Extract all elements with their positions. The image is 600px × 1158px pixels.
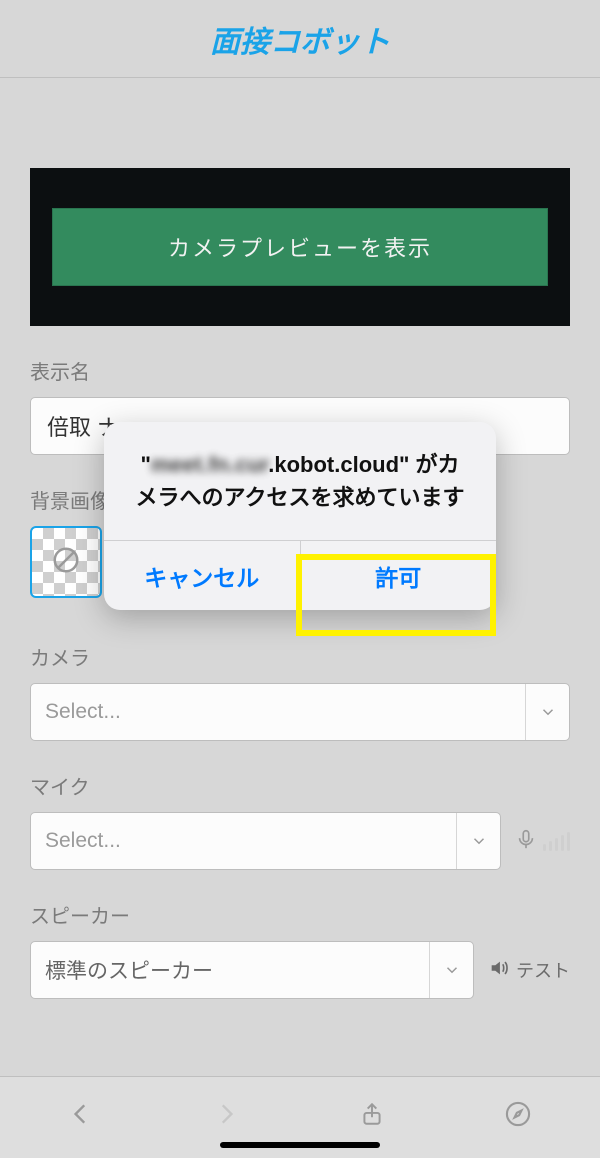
mic-label: マイク: [30, 771, 570, 800]
chevron-down-icon: [429, 942, 473, 998]
speaker-label: スピーカー: [30, 900, 570, 929]
mic-level-indicator: [515, 826, 570, 857]
camera-select[interactable]: Select...: [30, 683, 570, 741]
app-header: 面接コボット: [0, 0, 600, 78]
display-name-label: 表示名: [30, 356, 570, 385]
mic-icon: [515, 826, 537, 857]
chevron-down-icon: [525, 684, 569, 740]
camera-permission-dialog: "meet.fn.cur.kobot.cloud" がカメラへのアクセスを求めて…: [104, 422, 496, 610]
no-background-icon: [51, 545, 81, 580]
home-indicator[interactable]: [220, 1142, 380, 1148]
speaker-test-button[interactable]: テスト: [488, 957, 570, 984]
background-none-option[interactable]: [30, 526, 102, 598]
dialog-allow-button[interactable]: 許可: [301, 541, 497, 610]
speaker-test-label: テスト: [516, 957, 570, 983]
speaker-icon: [488, 957, 510, 984]
mic-select-value: Select...: [45, 829, 121, 853]
app-logo: 面接コボット: [210, 17, 390, 61]
safari-button[interactable]: [504, 1100, 532, 1128]
mic-level-bars: [543, 832, 570, 851]
dialog-message: "meet.fn.cur.kobot.cloud" がカメラへのアクセスを求めて…: [104, 422, 496, 540]
camera-label: カメラ: [30, 642, 570, 671]
speaker-select[interactable]: 標準のスピーカー: [30, 941, 474, 999]
camera-select-value: Select...: [45, 700, 121, 724]
mic-select[interactable]: Select...: [30, 812, 501, 870]
speaker-select-value: 標準のスピーカー: [45, 955, 213, 985]
back-button[interactable]: [68, 1101, 94, 1127]
chevron-down-icon: [456, 813, 500, 869]
camera-preview-area: カメラプレビューを表示: [30, 168, 570, 326]
forward-button[interactable]: [213, 1101, 239, 1127]
dialog-cancel-button[interactable]: キャンセル: [104, 541, 300, 610]
share-button[interactable]: [359, 1099, 385, 1129]
show-camera-preview-button[interactable]: カメラプレビューを表示: [52, 208, 548, 286]
